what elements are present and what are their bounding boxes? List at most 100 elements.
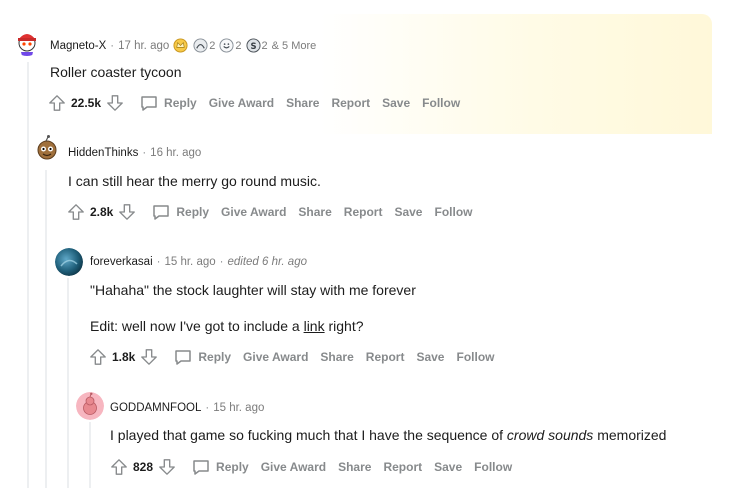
separator-dot: ·	[219, 256, 224, 268]
thread-line-level-1[interactable]	[27, 62, 29, 488]
avatar[interactable]	[76, 392, 104, 420]
award-crown[interactable]	[173, 38, 189, 53]
separator-dot: ·	[110, 39, 115, 52]
comment-bubble-icon	[141, 96, 157, 111]
comment-body: I played that game so fucking much that …	[110, 427, 666, 443]
share-button[interactable]: Share	[298, 205, 331, 219]
save-button[interactable]: Save	[434, 460, 462, 474]
give-award-button[interactable]: Give Award	[209, 96, 274, 110]
reply-label: Reply	[176, 205, 210, 219]
comment-author[interactable]: GODDAMNFOOL	[110, 402, 201, 414]
reply-button[interactable]: Reply	[151, 202, 209, 222]
silver-award-icon: S	[245, 38, 261, 53]
thread-line-level-3[interactable]	[67, 278, 69, 488]
edited-label: edited 6 hr. ago	[227, 256, 307, 268]
comment-body: Roller coaster tycoon	[50, 64, 182, 80]
comment-bubble-icon	[193, 460, 209, 475]
separator-dot: ·	[156, 256, 161, 268]
awards-row[interactable]: 2 2 S 2 & 5 More	[173, 38, 316, 53]
avatar[interactable]	[12, 26, 42, 56]
more-awards-link[interactable]: & 5 More	[272, 40, 317, 52]
comment-author[interactable]: foreverkasai	[90, 256, 153, 268]
upvote-arrow-icon	[111, 459, 127, 475]
share-button[interactable]: Share	[286, 96, 319, 110]
follow-button[interactable]: Follow	[474, 460, 512, 474]
downvote-arrow-icon	[141, 349, 158, 365]
reply-button[interactable]: Reply	[191, 457, 249, 477]
save-button[interactable]: Save	[394, 205, 422, 219]
upvote-arrow-icon	[90, 349, 106, 365]
report-button[interactable]: Report	[383, 460, 422, 474]
reply-label: Reply	[198, 350, 232, 364]
reply-label: Reply	[216, 460, 249, 474]
avatar[interactable]	[32, 134, 62, 164]
reply-button[interactable]: Reply	[173, 347, 231, 367]
comment-body: I can still hear the merry go round musi…	[68, 173, 321, 189]
comment-timestamp[interactable]: 16 hr. ago	[150, 147, 201, 159]
avatar[interactable]	[55, 248, 83, 276]
report-button[interactable]: Report	[344, 205, 383, 219]
comment-body: "Hahaha" the stock laughter will stay wi…	[90, 282, 416, 298]
vote-score: 828	[133, 460, 154, 474]
award-count: 2	[209, 39, 216, 52]
vote-score: 1.8k	[112, 350, 136, 364]
follow-button[interactable]: Follow	[456, 350, 494, 364]
comment-author[interactable]: HiddenThinks	[68, 147, 138, 159]
crown-award-icon	[173, 38, 188, 53]
award-wholesome[interactable]: 2	[219, 38, 242, 53]
upvote-button[interactable]	[47, 93, 67, 113]
upvote-button[interactable]	[88, 347, 108, 367]
wholesome-award-icon	[219, 38, 234, 53]
upvote-button[interactable]	[66, 202, 86, 222]
upvote-arrow-icon	[68, 204, 84, 220]
award-silver[interactable]: S 2	[245, 38, 268, 53]
comment-timestamp[interactable]: 15 hr. ago	[213, 402, 264, 414]
comment-link[interactable]: link	[304, 318, 325, 334]
downvote-arrow-icon	[159, 459, 175, 475]
downvote-button[interactable]	[117, 202, 137, 222]
upvote-arrow-icon	[49, 95, 65, 111]
snoo-brown-avatar-icon	[37, 135, 57, 160]
award-count: 2	[261, 39, 268, 52]
reply-button[interactable]: Reply	[139, 93, 197, 113]
downvote-button[interactable]	[157, 457, 177, 477]
snoo-pink-avatar-icon	[76, 392, 104, 420]
comment-body-edit: Edit: well now I've got to include a lin…	[90, 318, 364, 334]
report-button[interactable]: Report	[366, 350, 405, 364]
comment-author[interactable]: Magneto-X	[50, 40, 106, 52]
comment-timestamp[interactable]: 15 hr. ago	[164, 256, 215, 268]
vote-score: 2.8k	[90, 205, 114, 219]
thread-line-level-2[interactable]	[45, 170, 47, 488]
comment-bubble-icon	[153, 205, 170, 220]
comment-text-italic: crowd sounds	[506, 427, 594, 443]
comment-text: I played that game so fucking much that …	[110, 427, 507, 443]
helpful-award-icon	[193, 38, 208, 53]
share-button[interactable]: Share	[338, 460, 371, 474]
downvote-arrow-icon	[119, 204, 136, 220]
award-helpful[interactable]: 2	[193, 38, 215, 53]
separator-dot: ·	[205, 402, 210, 414]
award-count: 2	[235, 39, 242, 52]
give-award-button[interactable]: Give Award	[221, 205, 286, 219]
edit-text: Edit: well now I've got to include a	[90, 318, 304, 334]
give-award-button[interactable]: Give Award	[243, 350, 308, 364]
edit-text-suffix: right?	[324, 318, 364, 334]
downvote-button[interactable]	[139, 347, 159, 367]
thread-line-level-4[interactable]	[89, 422, 91, 488]
save-button[interactable]: Save	[416, 350, 444, 364]
follow-button[interactable]: Follow	[434, 205, 472, 219]
comment-bubble-icon	[175, 350, 192, 365]
downvote-button[interactable]	[105, 93, 125, 113]
comment-timestamp[interactable]: 17 hr. ago	[118, 40, 169, 52]
comment-text-suffix: memorized	[593, 427, 667, 443]
downvote-arrow-icon	[107, 95, 123, 111]
separator-dot: ·	[142, 147, 147, 159]
save-button[interactable]: Save	[382, 96, 410, 110]
report-button[interactable]: Report	[331, 96, 370, 110]
upvote-button[interactable]	[109, 457, 129, 477]
follow-button[interactable]: Follow	[422, 96, 460, 110]
vote-score: 22.5k	[71, 96, 102, 110]
give-award-button[interactable]: Give Award	[261, 460, 326, 474]
reply-label: Reply	[164, 96, 197, 110]
share-button[interactable]: Share	[320, 350, 353, 364]
